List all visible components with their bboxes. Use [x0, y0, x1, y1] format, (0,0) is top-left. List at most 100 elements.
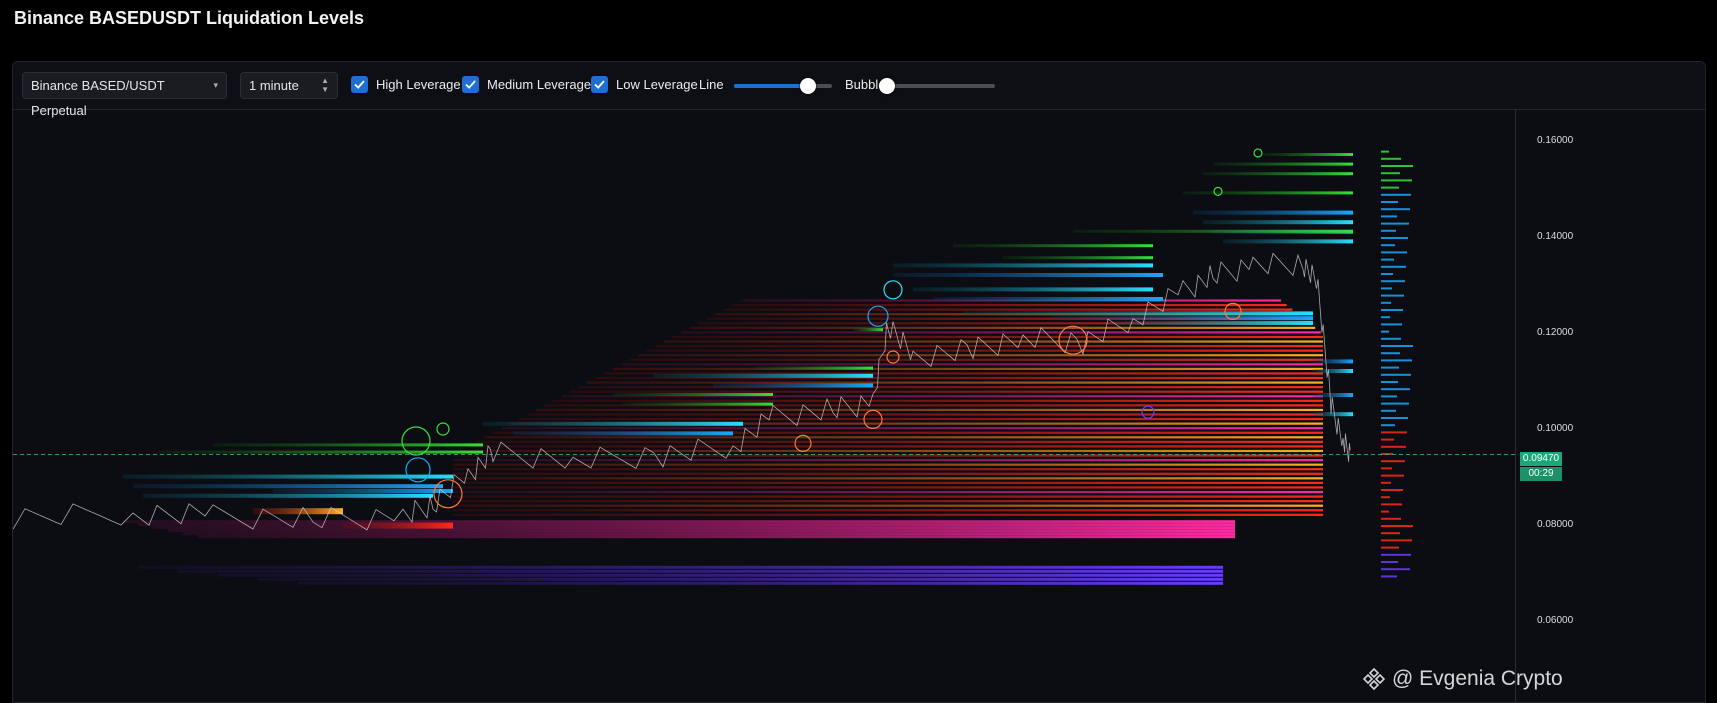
histogram-bar — [1381, 525, 1413, 527]
histogram-bar — [1381, 273, 1393, 275]
heat-band — [458, 449, 1324, 453]
histogram-bar — [1381, 445, 1406, 448]
heat-band — [646, 349, 1323, 352]
heat-band — [963, 311, 1313, 316]
medium-leverage-checkbox[interactable]: Medium Leverage — [462, 76, 591, 93]
histogram-bar — [1381, 222, 1409, 225]
histogram-bar — [1381, 244, 1395, 247]
heat-band — [453, 459, 1323, 462]
heat-band — [258, 577, 1223, 581]
histogram-bar — [1381, 309, 1403, 311]
heat-band — [1183, 191, 1353, 195]
high-leverage-label: High Leverage — [376, 77, 461, 92]
histogram-bar — [1381, 337, 1401, 340]
exchange-select[interactable]: Binance BASED/USDT Perpetual ▾ — [22, 72, 227, 118]
histogram-bar — [1381, 150, 1389, 153]
updown-arrows-icon: ▲ ▼ — [321, 76, 329, 94]
histogram-bar — [1381, 352, 1400, 355]
histogram-bar — [1381, 517, 1401, 520]
heat-band — [913, 287, 1153, 292]
heat-band — [153, 526, 1235, 530]
heat-band — [138, 523, 1235, 527]
histogram-bar — [1381, 424, 1395, 427]
low-leverage-checkbox[interactable]: Low Leverage — [591, 76, 698, 93]
high-leverage-checkbox[interactable]: High Leverage — [351, 76, 461, 93]
histogram-bar — [1381, 366, 1399, 369]
histogram-bar — [1381, 172, 1400, 175]
heat-band — [1213, 162, 1353, 166]
heat-band — [732, 303, 1287, 307]
heat-band — [535, 408, 1323, 412]
histogram-bar — [1381, 431, 1407, 434]
liquidation-bubble — [433, 479, 463, 509]
liquidation-heatmap[interactable] — [13, 110, 1705, 702]
watermark-text: @ Evgenia Crypto — [1392, 667, 1563, 690]
heat-band — [453, 513, 1323, 516]
watermark: @ Evgenia Crypto — [1362, 667, 1563, 691]
price-axis-border — [1515, 110, 1516, 702]
heat-band — [1313, 412, 1353, 417]
histogram-bar — [1381, 359, 1412, 362]
current-price-label: 0.09470 — [1520, 452, 1562, 466]
heat-band — [613, 393, 773, 396]
histogram-bar — [1381, 193, 1411, 196]
heat-band — [484, 436, 1323, 439]
heat-band — [689, 326, 1316, 329]
interval-select[interactable]: 1 minute ▲ ▼ — [240, 72, 338, 99]
heat-band — [623, 402, 773, 406]
histogram-bar — [1381, 287, 1392, 290]
histogram-bar — [1381, 229, 1396, 232]
histogram-bar — [1381, 409, 1396, 412]
histogram-bar — [1381, 373, 1411, 376]
heat-band — [453, 504, 1323, 507]
heat-band — [664, 340, 1323, 343]
heat-band — [1003, 256, 1153, 260]
chart-panel: Binance BASED/USDT Perpetual ▾ 1 minute … — [12, 61, 1706, 703]
histogram-bar — [1381, 345, 1413, 347]
heat-band — [1223, 239, 1353, 244]
liquidation-bubble — [436, 422, 450, 436]
heat-band — [753, 366, 873, 370]
bubble-slider[interactable] — [879, 78, 995, 94]
histogram-bar — [1381, 323, 1402, 326]
toolbar: Binance BASED/USDT Perpetual ▾ 1 minute … — [13, 62, 1705, 118]
liquidation-bubble — [886, 350, 900, 364]
heat-band — [713, 383, 873, 388]
heat-band — [453, 472, 1323, 475]
heat-band — [298, 581, 1223, 585]
histogram-bar — [1381, 481, 1391, 484]
heat-band — [123, 520, 1235, 524]
histogram-bar — [1381, 179, 1412, 182]
heat-band — [1313, 393, 1353, 397]
histogram-bar — [1381, 496, 1390, 499]
histogram-bar — [1381, 489, 1403, 491]
line-slider-handle[interactable] — [799, 78, 816, 94]
histogram-bar — [1381, 474, 1404, 477]
line-slider[interactable] — [734, 78, 832, 94]
bubble-slider-handle[interactable] — [879, 78, 895, 94]
heat-band — [587, 381, 1323, 384]
heat-band — [672, 335, 1323, 339]
histogram-bar — [1381, 417, 1408, 419]
low-leverage-label: Low Leverage — [616, 77, 698, 92]
heat-band — [578, 386, 1323, 389]
histogram-bar — [1381, 208, 1410, 211]
interval-select-value: 1 minute — [249, 78, 299, 93]
heat-band — [453, 509, 1323, 512]
heat-band — [723, 308, 1293, 311]
histogram-bar — [1381, 157, 1401, 160]
histogram-bar — [1381, 546, 1399, 549]
heat-band — [1193, 210, 1353, 215]
heat-band — [453, 477, 1323, 480]
heat-band — [273, 489, 453, 493]
heat-band — [1263, 153, 1353, 156]
heat-band — [158, 450, 483, 454]
histogram-bar — [1381, 460, 1405, 463]
heat-band — [453, 495, 1323, 498]
histogram-bar — [1381, 532, 1400, 535]
heat-band — [218, 573, 1223, 577]
checkmark-icon — [462, 76, 479, 93]
line-slider-fill — [734, 84, 808, 88]
price-axis-tick: 0.12000 — [1537, 327, 1574, 338]
heat-band — [893, 263, 1153, 268]
